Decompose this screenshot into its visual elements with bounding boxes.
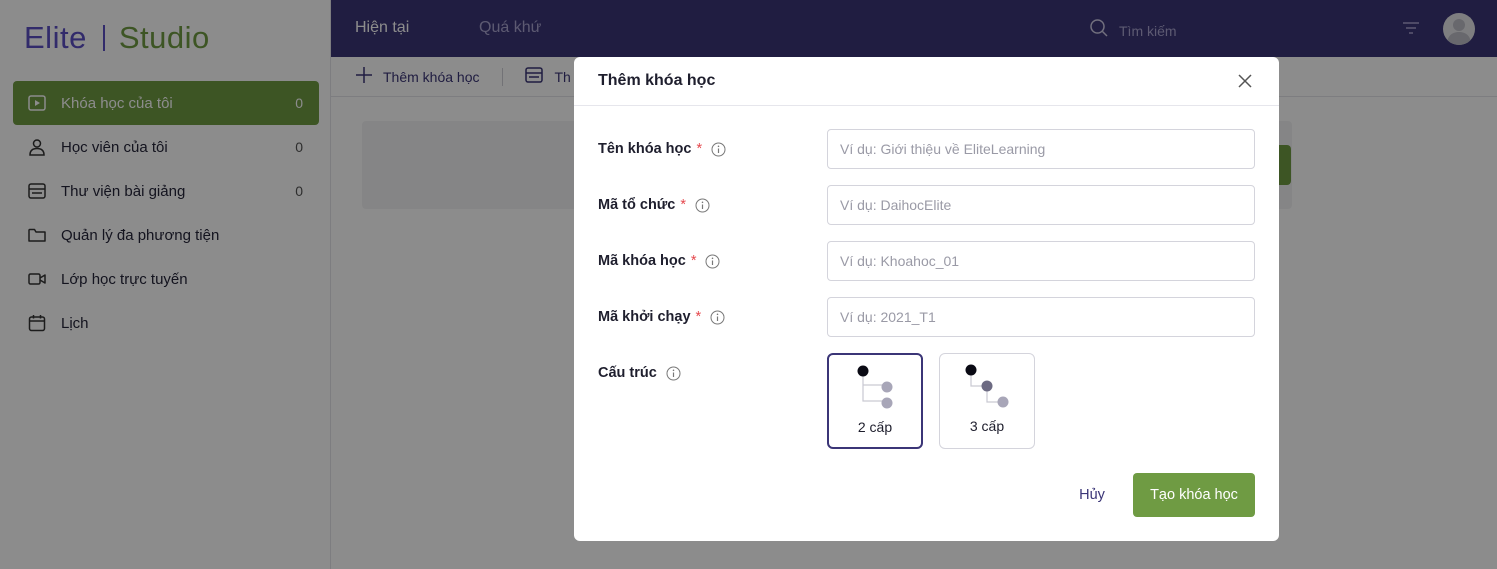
dialog-title: Thêm khóa học	[598, 72, 716, 89]
run-code-row: Mã khởi chạy *	[598, 297, 1255, 337]
required-mark: *	[690, 253, 697, 269]
dialog-header: Thêm khóa học	[574, 57, 1279, 106]
organization-code-row: Mã tổ chức *	[598, 185, 1255, 225]
field-label: Mã tổ chức	[598, 197, 676, 213]
add-course-dialog: Thêm khóa học Tên khóa học * Mã tổ chức …	[574, 57, 1279, 541]
course-code-label: Mã khóa học *	[598, 241, 720, 281]
field-label: Cấu trúc	[598, 365, 657, 381]
course-name-label: Tên khóa học *	[598, 129, 726, 169]
info-icon[interactable]	[666, 366, 681, 381]
close-icon[interactable]	[1235, 71, 1255, 91]
run-code-input[interactable]	[827, 297, 1255, 337]
field-label: Mã khởi chạy	[598, 309, 691, 325]
info-icon[interactable]	[695, 198, 710, 213]
course-code-row: Mã khóa học *	[598, 241, 1255, 281]
create-course-button[interactable]: Tạo khóa học	[1133, 473, 1255, 517]
two-level-tree-icon	[857, 365, 893, 409]
field-label: Mã khóa học	[598, 253, 686, 269]
structure-option-label: 3 cấp	[969, 418, 1005, 434]
structure-option-label: 2 cấp	[857, 419, 893, 435]
structure-label: Cấu trúc	[598, 353, 681, 393]
organization-code-input[interactable]	[827, 185, 1255, 225]
info-icon[interactable]	[710, 310, 725, 325]
run-code-label: Mã khởi chạy *	[598, 297, 725, 337]
info-icon[interactable]	[711, 142, 726, 157]
cancel-button[interactable]: Hủy	[1064, 473, 1120, 517]
required-mark: *	[680, 197, 687, 213]
info-icon[interactable]	[705, 254, 720, 269]
three-level-tree-icon	[965, 364, 1009, 408]
structure-option-3-levels[interactable]: 3 cấp	[939, 353, 1035, 449]
field-label: Tên khóa học	[598, 141, 692, 157]
required-mark: *	[695, 309, 702, 325]
organization-code-label: Mã tổ chức *	[598, 185, 710, 225]
course-name-row: Tên khóa học *	[598, 129, 1255, 169]
course-code-input[interactable]	[827, 241, 1255, 281]
course-name-input[interactable]	[827, 129, 1255, 169]
structure-option-2-levels[interactable]: 2 cấp	[827, 353, 923, 449]
required-mark: *	[696, 141, 703, 157]
structure-row: Cấu trúc 2 cấp 3 cấp	[598, 353, 1255, 449]
